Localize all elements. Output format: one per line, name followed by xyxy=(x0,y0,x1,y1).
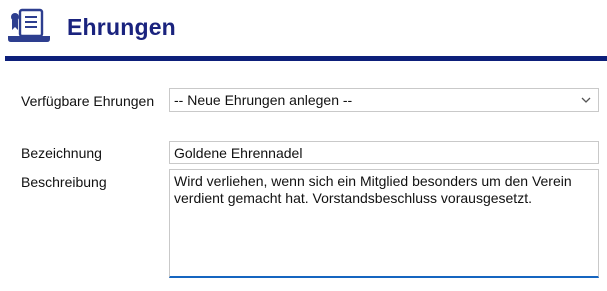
header-divider xyxy=(5,56,607,61)
certificate-scroll-icon xyxy=(8,8,50,42)
available-honors-select[interactable]: -- Neue Ehrungen anlegen -- xyxy=(169,88,599,112)
name-field[interactable]: Goldene Ehrennadel xyxy=(169,141,599,164)
description-label: Beschreibung xyxy=(21,174,107,190)
description-textarea[interactable]: Wird verliehen, wenn sich ein Mitglied b… xyxy=(169,169,599,278)
available-honors-selected-value: -- Neue Ehrungen anlegen -- xyxy=(174,92,353,108)
name-label: Bezeichnung xyxy=(21,145,102,161)
page-header: Ehrungen xyxy=(0,0,607,62)
page-title: Ehrungen xyxy=(67,14,176,40)
chevron-down-icon xyxy=(581,97,591,103)
available-honors-label: Verfügbare Ehrungen xyxy=(21,93,155,109)
